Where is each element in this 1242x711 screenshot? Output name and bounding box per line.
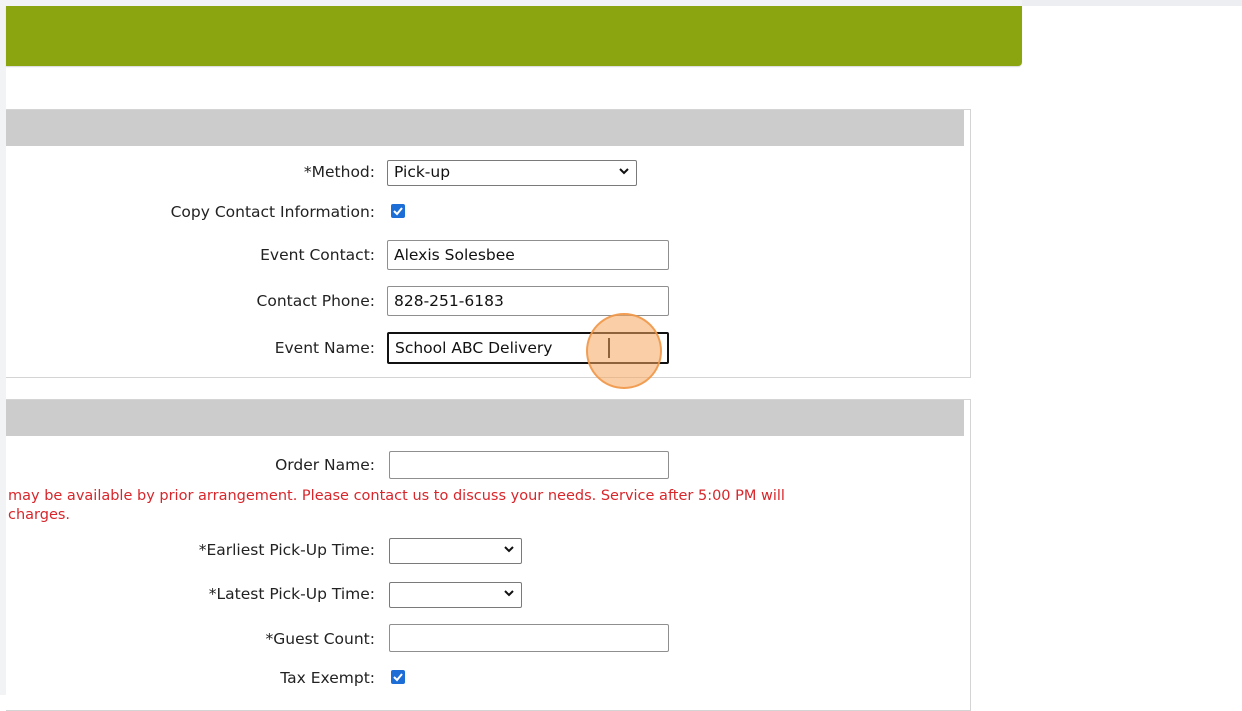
checkmark-icon <box>393 207 403 216</box>
contact-phone-label: Contact Phone: <box>256 292 375 310</box>
click-indicator <box>586 313 662 389</box>
guest-count-label: *Guest Count: <box>265 630 375 648</box>
service-notice-line1: may be available by prior arrangement. P… <box>8 488 785 504</box>
chevron-down-icon <box>504 546 514 553</box>
order-name-label: Order Name: <box>275 456 375 474</box>
contact-phone-input[interactable] <box>387 286 669 316</box>
guest-count-input[interactable] <box>389 624 669 652</box>
order-section-header <box>6 400 964 436</box>
event-section-header <box>6 110 964 146</box>
chevron-down-icon <box>504 590 514 597</box>
chevron-down-icon <box>619 168 629 175</box>
event-name-label: Event Name: <box>274 339 375 357</box>
header-banner <box>6 6 1022 66</box>
copy-contact-checkbox[interactable] <box>391 204 405 218</box>
service-notice: may be available by prior arrangement. P… <box>8 487 785 525</box>
latest-pickup-select[interactable] <box>389 582 522 608</box>
event-contact-label: Event Contact: <box>260 246 375 264</box>
method-select-value: Pick-up <box>394 163 451 181</box>
earliest-pickup-select[interactable] <box>389 538 522 564</box>
method-select[interactable]: Pick-up <box>387 160 637 186</box>
checkmark-icon <box>393 673 403 682</box>
service-notice-line2: charges. <box>8 507 71 523</box>
page-right-strip <box>1022 0 1242 6</box>
latest-pickup-label: *Latest Pick-Up Time: <box>208 585 375 603</box>
event-contact-input[interactable] <box>387 240 669 270</box>
method-label: *Method: <box>303 163 375 181</box>
earliest-pickup-label: *Earliest Pick-Up Time: <box>198 541 375 559</box>
tax-exempt-checkbox[interactable] <box>391 670 405 684</box>
copy-contact-label: Copy Contact Information: <box>170 203 375 221</box>
tax-exempt-label: Tax Exempt: <box>280 669 375 687</box>
order-name-input[interactable] <box>389 451 669 479</box>
